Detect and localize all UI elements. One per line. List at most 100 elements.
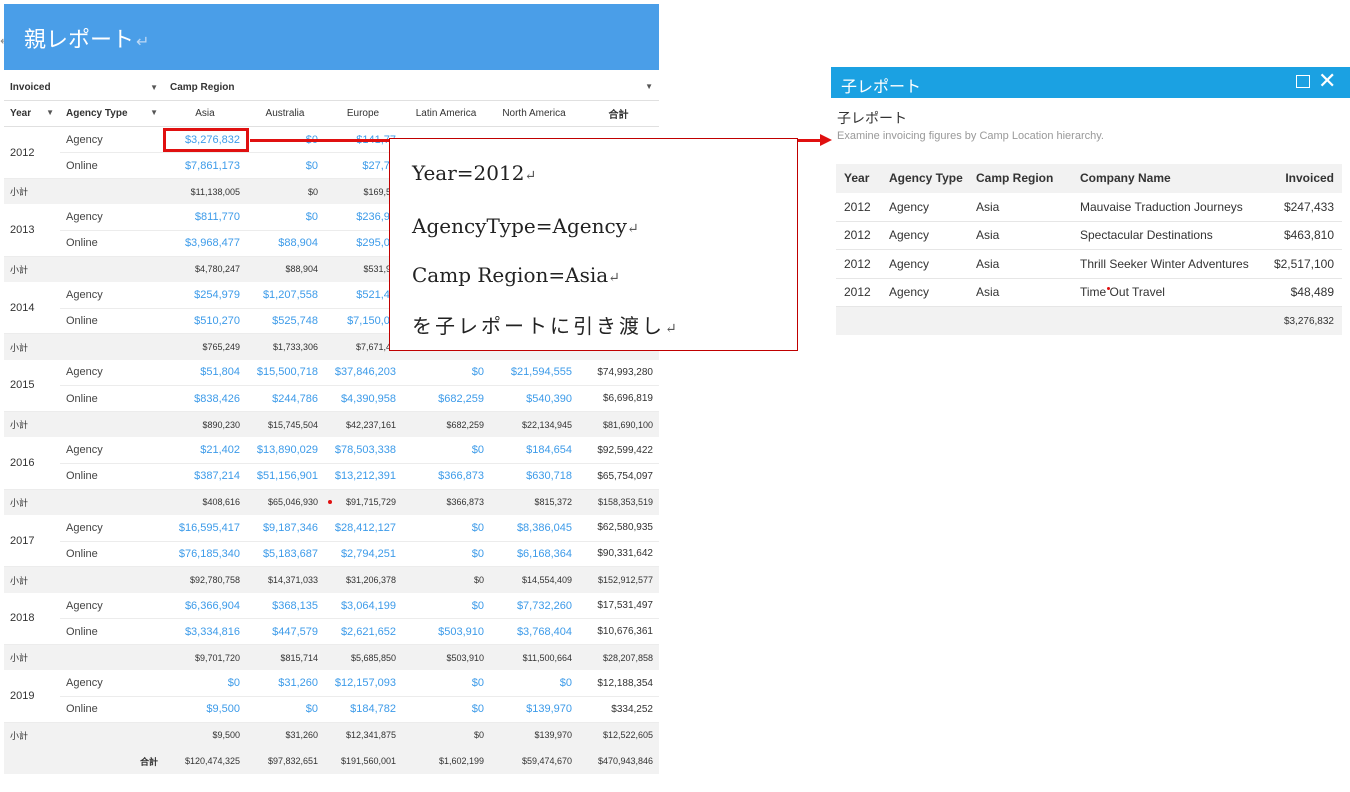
year-header[interactable]: Year ▼ [4, 100, 60, 128]
value-cell[interactable]: $5,183,687 [246, 541, 324, 568]
value-cell[interactable]: $0 [490, 670, 578, 697]
region-header[interactable]: Australia [246, 100, 324, 128]
value-cell[interactable]: $28,412,127 [324, 515, 402, 542]
value-cell[interactable]: $838,426 [164, 385, 246, 413]
table-row: 2012 Agency Asia Mauvaise Traduction Journe… [836, 192, 1342, 222]
value-cell[interactable]: $139,970 [490, 696, 578, 723]
value-cell[interactable]: $0 [164, 670, 246, 697]
value-cell[interactable]: $540,390 [490, 385, 578, 413]
value-cell[interactable]: $13,890,029 [246, 437, 324, 464]
table-row: 2012 Agency Asia Thrill Seeker Winter Adven… [836, 249, 1342, 279]
child-column-header[interactable]: Company Name [1072, 164, 1256, 193]
value-cell[interactable]: $811,770 [164, 204, 246, 231]
value-cell[interactable]: $8,386,045 [490, 515, 578, 542]
subtotal-cell: $5,685,850 [324, 644, 402, 671]
value-cell[interactable]: $0 [246, 152, 324, 180]
value-cell[interactable]: $1,207,558 [246, 282, 324, 309]
value-cell[interactable]: $368,135 [246, 592, 324, 620]
value-cell[interactable]: $21,402 [164, 437, 246, 464]
region-header[interactable]: Asia [164, 100, 246, 128]
value-cell[interactable]: $0 [402, 515, 490, 542]
value-cell[interactable]: $6,366,904 [164, 592, 246, 620]
parent-report-header: 親レポート ↵ [4, 4, 659, 70]
child-column-header[interactable]: Camp Region [968, 164, 1072, 193]
camp-region-header[interactable]: Camp Region ▼ [164, 75, 659, 102]
value-cell[interactable]: $184,782 [324, 696, 402, 723]
value-cell[interactable]: $4,390,958 [324, 385, 402, 413]
value-cell[interactable]: $0 [402, 541, 490, 568]
value-cell[interactable]: $6,168,364 [490, 541, 578, 568]
value-cell[interactable]: $7,732,260 [490, 592, 578, 620]
grand-total-cell: $97,832,651 [246, 748, 324, 775]
value-cell[interactable]: $3,064,199 [324, 592, 402, 620]
table-row: 2016 Agency $21,402 $13,890,029 $78,503,338 $… [4, 437, 659, 490]
value-cell[interactable]: $21,594,555 [490, 359, 578, 387]
value-cell[interactable]: $76,185,340 [164, 541, 246, 568]
table-row: 2012 Agency Asia Time Out Travel $48,489 [836, 278, 1342, 307]
value-cell[interactable]: $0 [402, 670, 490, 697]
value-cell[interactable]: $184,654 [490, 437, 578, 464]
value-cell[interactable]: $9,500 [164, 696, 246, 723]
maximize-icon[interactable] [1296, 75, 1310, 88]
value-cell[interactable]: $0 [246, 696, 324, 723]
chevron-down-icon[interactable]: ▼ [150, 83, 158, 92]
value-cell[interactable]: $3,334,816 [164, 618, 246, 646]
table-row: 2017 Agency $16,595,417 $9,187,346 $28,412,1… [4, 515, 659, 568]
value-cell[interactable]: $88,904 [246, 230, 324, 257]
value-cell[interactable]: $2,621,652 [324, 618, 402, 646]
agency-type-cell: Agency [60, 592, 164, 620]
value-cell[interactable]: $447,579 [246, 618, 324, 646]
value-cell[interactable]: $0 [402, 437, 490, 464]
value-cell[interactable]: $31,260 [246, 670, 324, 697]
value-cell[interactable]: $7,861,173 [164, 152, 246, 180]
subtotal-row: 小計 $890,230 $15,745,504 $42,237,161 $682,259… [4, 411, 659, 438]
value-cell[interactable]: $37,846,203 [324, 359, 402, 387]
measure-dropdown[interactable]: ▼ [60, 75, 164, 102]
value-cell[interactable]: $0 [402, 592, 490, 620]
value-cell[interactable]: $9,187,346 [246, 515, 324, 542]
empty-cell [4, 748, 60, 775]
chevron-down-icon[interactable]: ▼ [46, 108, 54, 117]
chevron-down-icon[interactable]: ▼ [645, 82, 653, 91]
subtotal-label: 小計 [4, 333, 60, 360]
child-column-header[interactable]: Year [836, 164, 881, 193]
empty-cell [60, 489, 164, 516]
value-cell[interactable]: $254,979 [164, 282, 246, 309]
value-cell[interactable]: $51,804 [164, 359, 246, 387]
value-cell[interactable]: $510,270 [164, 308, 246, 335]
value-cell[interactable]: $366,873 [402, 463, 490, 490]
value-cell[interactable]: $3,768,404 [490, 618, 578, 646]
region-header[interactable]: Latin America [402, 100, 490, 128]
value-cell[interactable]: $51,156,901 [246, 463, 324, 490]
chevron-down-icon[interactable]: ▼ [150, 108, 158, 117]
agency-type-header[interactable]: Agency Type ▼ [60, 100, 164, 128]
child-column-header[interactable]: Agency Type [881, 164, 968, 193]
close-icon[interactable]: ✕ [1318, 71, 1336, 93]
value-cell[interactable]: $0 [246, 204, 324, 231]
value-cell[interactable]: $2,794,251 [324, 541, 402, 568]
value-cell[interactable]: $15,500,718 [246, 359, 324, 387]
value-cell[interactable]: $78,503,338 [324, 437, 402, 464]
region-header[interactable]: North America [490, 100, 578, 128]
value-cell[interactable]: $630,718 [490, 463, 578, 490]
year-cell: 2019 [4, 670, 60, 723]
subtotal-cell: $65,046,930 [246, 489, 324, 516]
value-cell[interactable]: $0 [402, 359, 490, 387]
child-cell: Agency [881, 192, 968, 222]
value-cell[interactable]: $387,214 [164, 463, 246, 490]
value-cell[interactable]: $13,212,391 [324, 463, 402, 490]
value-cell[interactable]: $0 [402, 696, 490, 723]
region-header[interactable]: Europe [324, 100, 402, 128]
subtotal-cell: $9,701,720 [164, 644, 246, 671]
value-cell[interactable]: $12,157,093 [324, 670, 402, 697]
child-cell: Agency [881, 249, 968, 279]
subtotal-cell: $14,371,033 [246, 566, 324, 593]
value-cell[interactable]: $3,968,477 [164, 230, 246, 257]
value-cell[interactable]: $16,595,417 [164, 515, 246, 542]
value-cell[interactable]: $503,910 [402, 618, 490, 646]
value-cell[interactable]: $682,259 [402, 385, 490, 413]
child-column-header[interactable]: Invoiced [1256, 164, 1342, 193]
subtotal-row: 小計 $9,500 $31,260 $12,341,875 $0 $139,970 $12,… [4, 722, 659, 749]
value-cell[interactable]: $244,786 [246, 385, 324, 413]
value-cell[interactable]: $525,748 [246, 308, 324, 335]
